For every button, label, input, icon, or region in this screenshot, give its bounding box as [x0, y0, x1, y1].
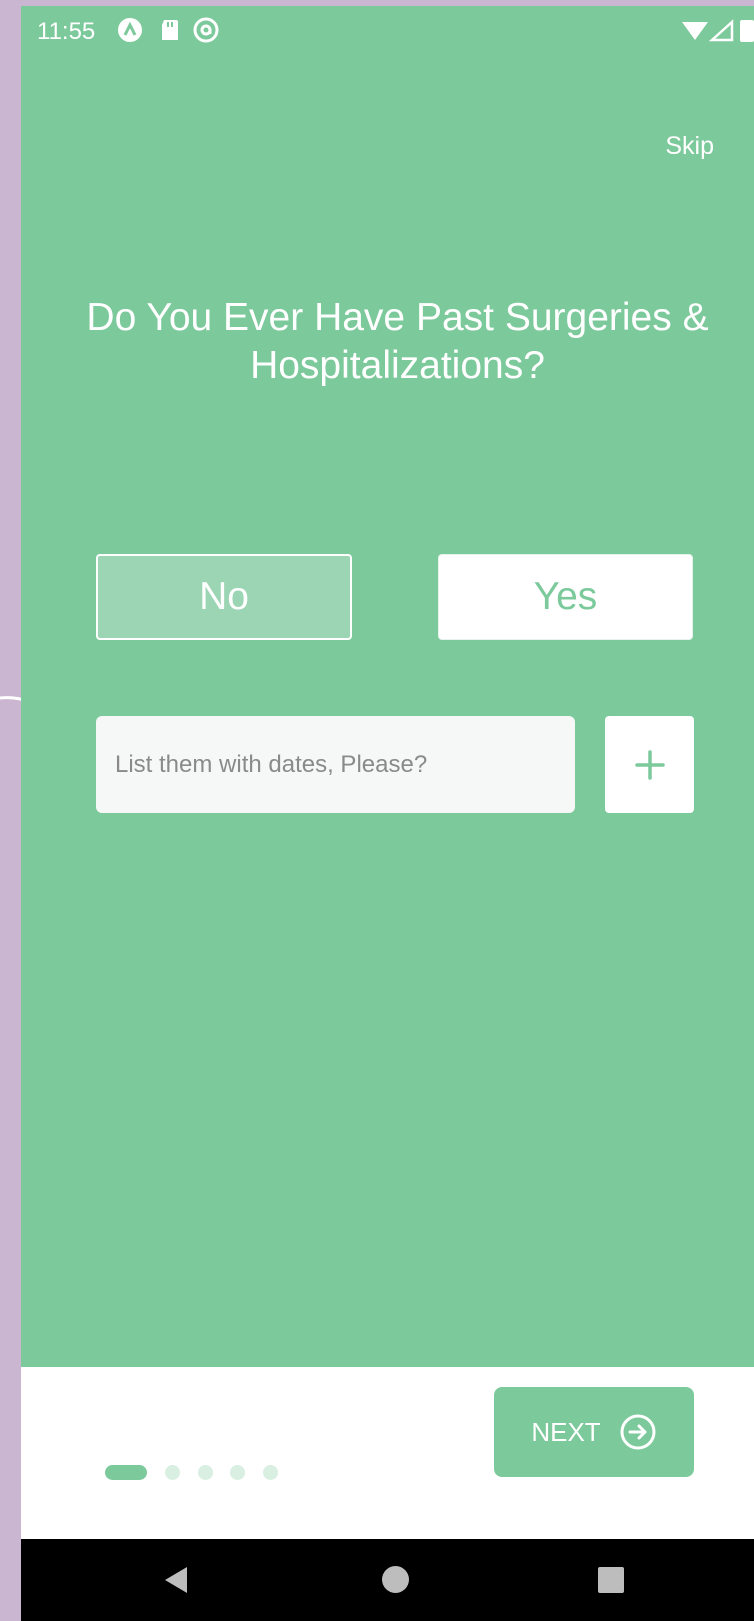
status-time: 11:55: [37, 18, 96, 45]
status-bar: 11:55: [21, 6, 754, 54]
page-dot-4: [230, 1465, 245, 1480]
at-sign-icon: [193, 17, 219, 43]
plus-icon: [634, 749, 665, 780]
battery-icon: [740, 20, 754, 42]
bottom-bar: NEXT: [21, 1367, 754, 1539]
question-title: Do You Ever Have Past Surgeries & Hospit…: [41, 294, 754, 390]
phone-screen: 11:55 Skip Do You Ever Have Past Surgeri…: [21, 6, 754, 1621]
wifi-icon: [682, 22, 708, 40]
question-line-1: Do You Ever Have Past Surgeries &: [86, 296, 709, 339]
page-dot-2: [165, 1465, 180, 1480]
arrow-circle-right-icon: [620, 1414, 656, 1450]
page-dot-5: [263, 1465, 278, 1480]
yes-button[interactable]: Yes: [438, 554, 693, 640]
sd-card-icon: [162, 20, 178, 40]
signal-icon: [708, 19, 734, 42]
no-button[interactable]: No: [96, 554, 352, 640]
home-icon[interactable]: [382, 1566, 409, 1593]
status-right-icons: [682, 19, 754, 42]
back-icon[interactable]: [163, 1565, 189, 1595]
surgeries-input[interactable]: List them with dates, Please?: [96, 716, 575, 813]
surgeries-input-placeholder: List them with dates, Please?: [115, 750, 428, 778]
skip-button[interactable]: Skip: [665, 132, 714, 161]
question-line-2: Hospitalizations?: [250, 344, 545, 387]
add-entry-button[interactable]: [605, 716, 694, 813]
page-dot-1: [105, 1465, 147, 1480]
next-button-label: NEXT: [531, 1416, 601, 1447]
app-a-icon: [118, 18, 142, 42]
recents-icon[interactable]: [598, 1567, 624, 1593]
next-button[interactable]: NEXT: [494, 1387, 694, 1477]
system-nav-bar: [21, 1539, 754, 1621]
page-dot-3: [198, 1465, 213, 1480]
